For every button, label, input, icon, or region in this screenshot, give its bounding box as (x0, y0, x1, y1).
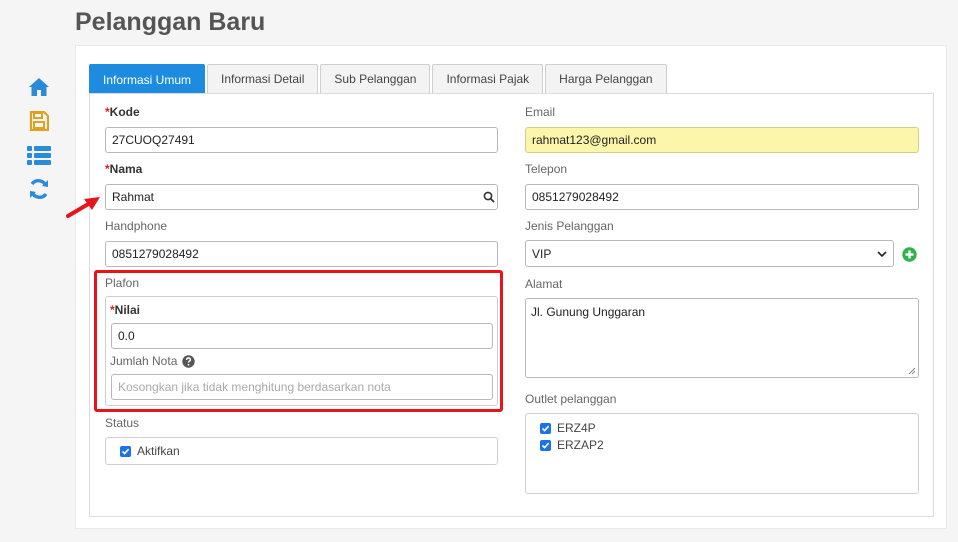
jenis-pelanggan-label: Jenis Pelanggan (525, 219, 614, 233)
tab-informasi-detail[interactable]: Informasi Detail (207, 64, 319, 93)
alamat-textarea[interactable]: Jl. Gunung Unggaran (525, 298, 919, 378)
tab-sub-pelanggan[interactable]: Sub Pelanggan (320, 64, 431, 93)
chevron-down-icon (877, 250, 887, 257)
sidebar (22, 70, 56, 206)
aktifkan-checkbox[interactable]: Aktifkan (120, 444, 180, 458)
handphone-label: Handphone (105, 219, 168, 233)
tab-informasi-umum[interactable]: Informasi Umum (89, 64, 206, 94)
email-label: Email (525, 105, 556, 119)
save-icon (29, 111, 49, 131)
kode-label: *Kode (105, 105, 140, 119)
email-input[interactable] (525, 127, 919, 153)
status-label: Status (105, 416, 140, 430)
resize-handle-icon[interactable] (908, 367, 916, 375)
search-icon[interactable] (483, 191, 495, 203)
refresh-button[interactable] (22, 172, 56, 206)
outlet-label: Outlet pelanggan (525, 392, 617, 406)
list-button[interactable] (22, 138, 56, 172)
page-title: Pelanggan Baru (75, 8, 266, 36)
save-button[interactable] (22, 104, 56, 138)
aktifkan-label: Aktifkan (137, 444, 180, 458)
add-icon[interactable] (902, 247, 917, 262)
telepon-label: Telepon (525, 162, 568, 176)
tab-informasi-pajak[interactable]: Informasi Pajak (432, 64, 544, 93)
refresh-icon (30, 179, 48, 199)
outlet-item-label: ERZ4P (557, 421, 596, 435)
checkbox-checked[interactable] (540, 422, 551, 434)
kode-input[interactable] (105, 127, 498, 153)
red-arrow-annotation (66, 197, 100, 218)
jenis-pelanggan-value: VIP (532, 246, 552, 261)
plafon-highlight-box (94, 270, 503, 412)
outlet-item-label: ERZAP2 (557, 438, 604, 452)
jenis-pelanggan-select[interactable]: VIP (525, 240, 894, 267)
home-button[interactable] (22, 70, 56, 104)
nama-input[interactable] (105, 184, 498, 210)
list-icon (27, 146, 51, 165)
outlet-item-erzap2[interactable]: ERZAP2 (540, 438, 604, 452)
outlet-item-erz4p[interactable]: ERZ4P (540, 421, 596, 435)
nama-label: *Nama (105, 162, 143, 176)
tab-bar: Informasi Umum Informasi Detail Sub Pela… (89, 64, 667, 94)
checkbox-checked[interactable] (540, 439, 551, 451)
handphone-input[interactable] (105, 241, 498, 267)
tab-harga-pelanggan[interactable]: Harga Pelanggan (545, 64, 667, 93)
checkbox-checked[interactable] (120, 445, 131, 457)
home-icon (29, 78, 49, 96)
telepon-input[interactable] (525, 184, 919, 210)
alamat-value: Jl. Gunung Unggaran (531, 305, 646, 319)
alamat-label: Alamat (525, 277, 563, 291)
